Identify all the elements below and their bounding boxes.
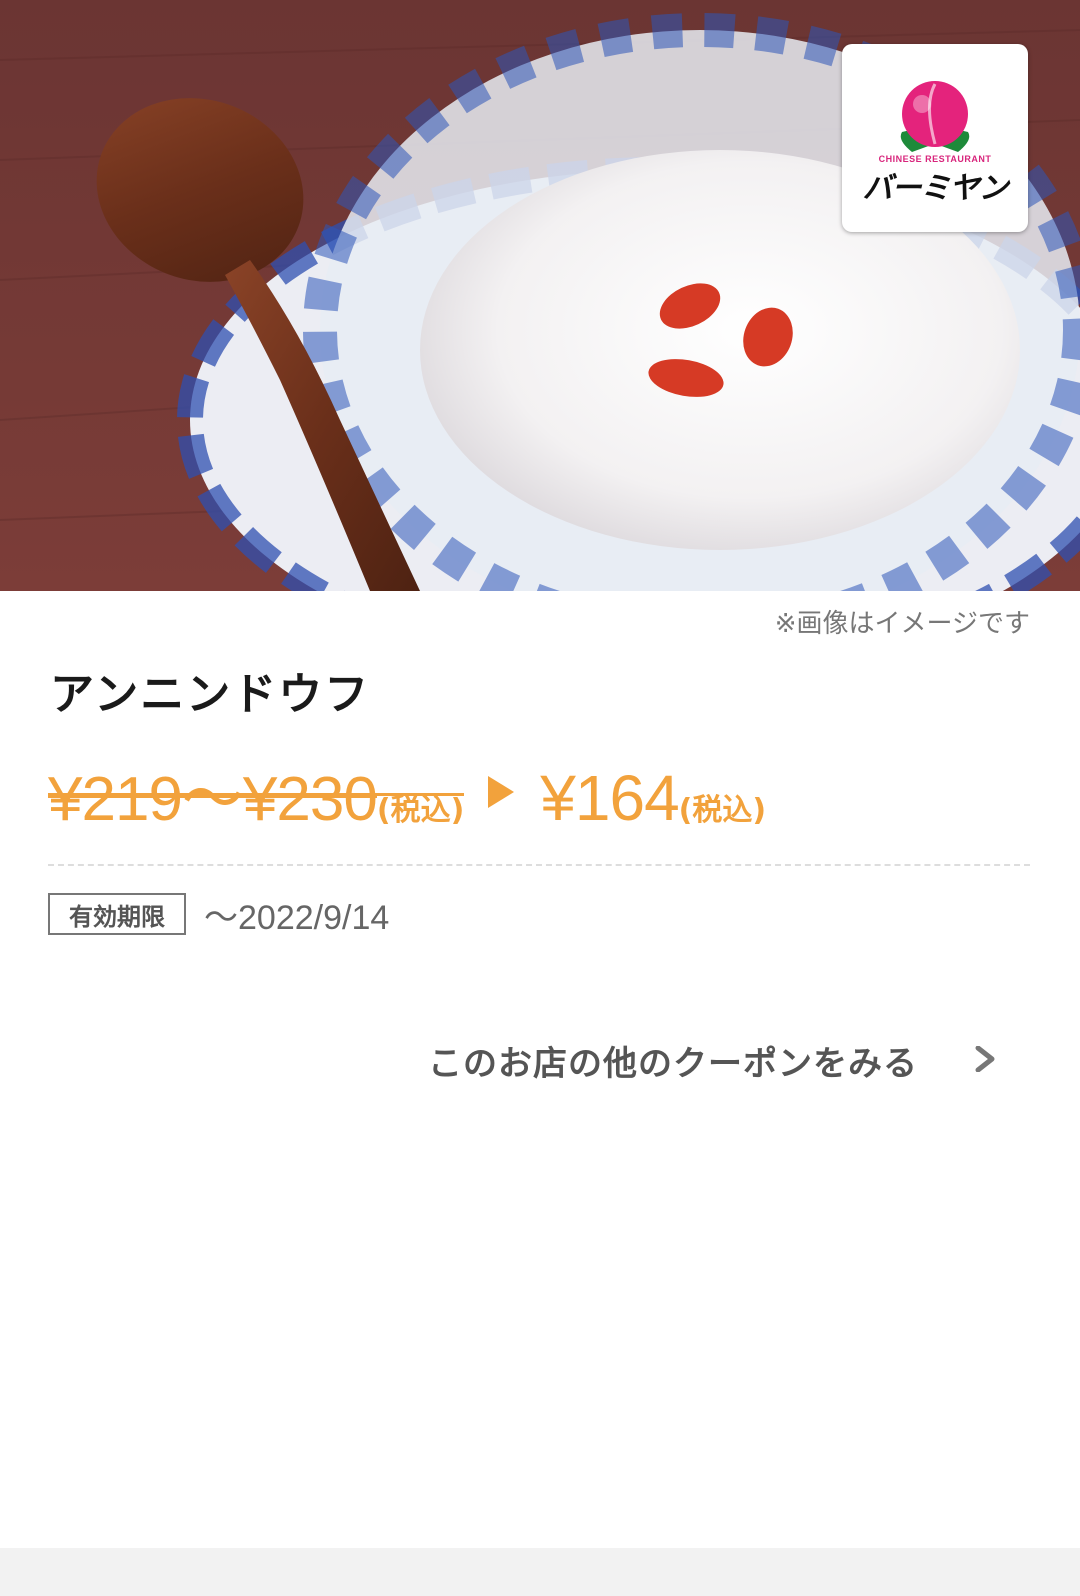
item-title: アンニンドウフ	[50, 669, 371, 720]
hero-image: CHINESE RESTAURANT バーミヤン	[0, 0, 1080, 591]
more-coupons-link[interactable]: このお店の他のクーポンをみる	[428, 1030, 1030, 1090]
logo-name: バーミヤン	[862, 171, 1009, 206]
price-row: ¥219〜¥230 (税込) ¥164 (税込)	[48, 748, 767, 834]
validity-badge: 有効期限	[48, 893, 186, 935]
validity-date: 〜2022/9/14	[204, 898, 390, 937]
more-coupons-label: このお店の他のクーポンをみる	[428, 1043, 918, 1084]
brand-logo-card: CHINESE RESTAURANT バーミヤン	[842, 44, 1028, 232]
discounted-tax-label: (税込)	[678, 793, 767, 828]
original-price-group: ¥219〜¥230 (税込)	[48, 748, 465, 838]
image-disclaimer: ※画像はイメージです	[774, 609, 1030, 639]
discounted-price: ¥164	[540, 762, 679, 834]
strikethrough-line	[48, 793, 465, 796]
footer-band	[0, 1548, 1080, 1596]
arrow-right-icon	[488, 776, 515, 808]
chevron-right-icon	[975, 1046, 995, 1072]
peach-logo-icon	[900, 81, 970, 152]
dashed-divider	[48, 864, 1030, 866]
original-tax-label: (税込)	[376, 793, 465, 828]
